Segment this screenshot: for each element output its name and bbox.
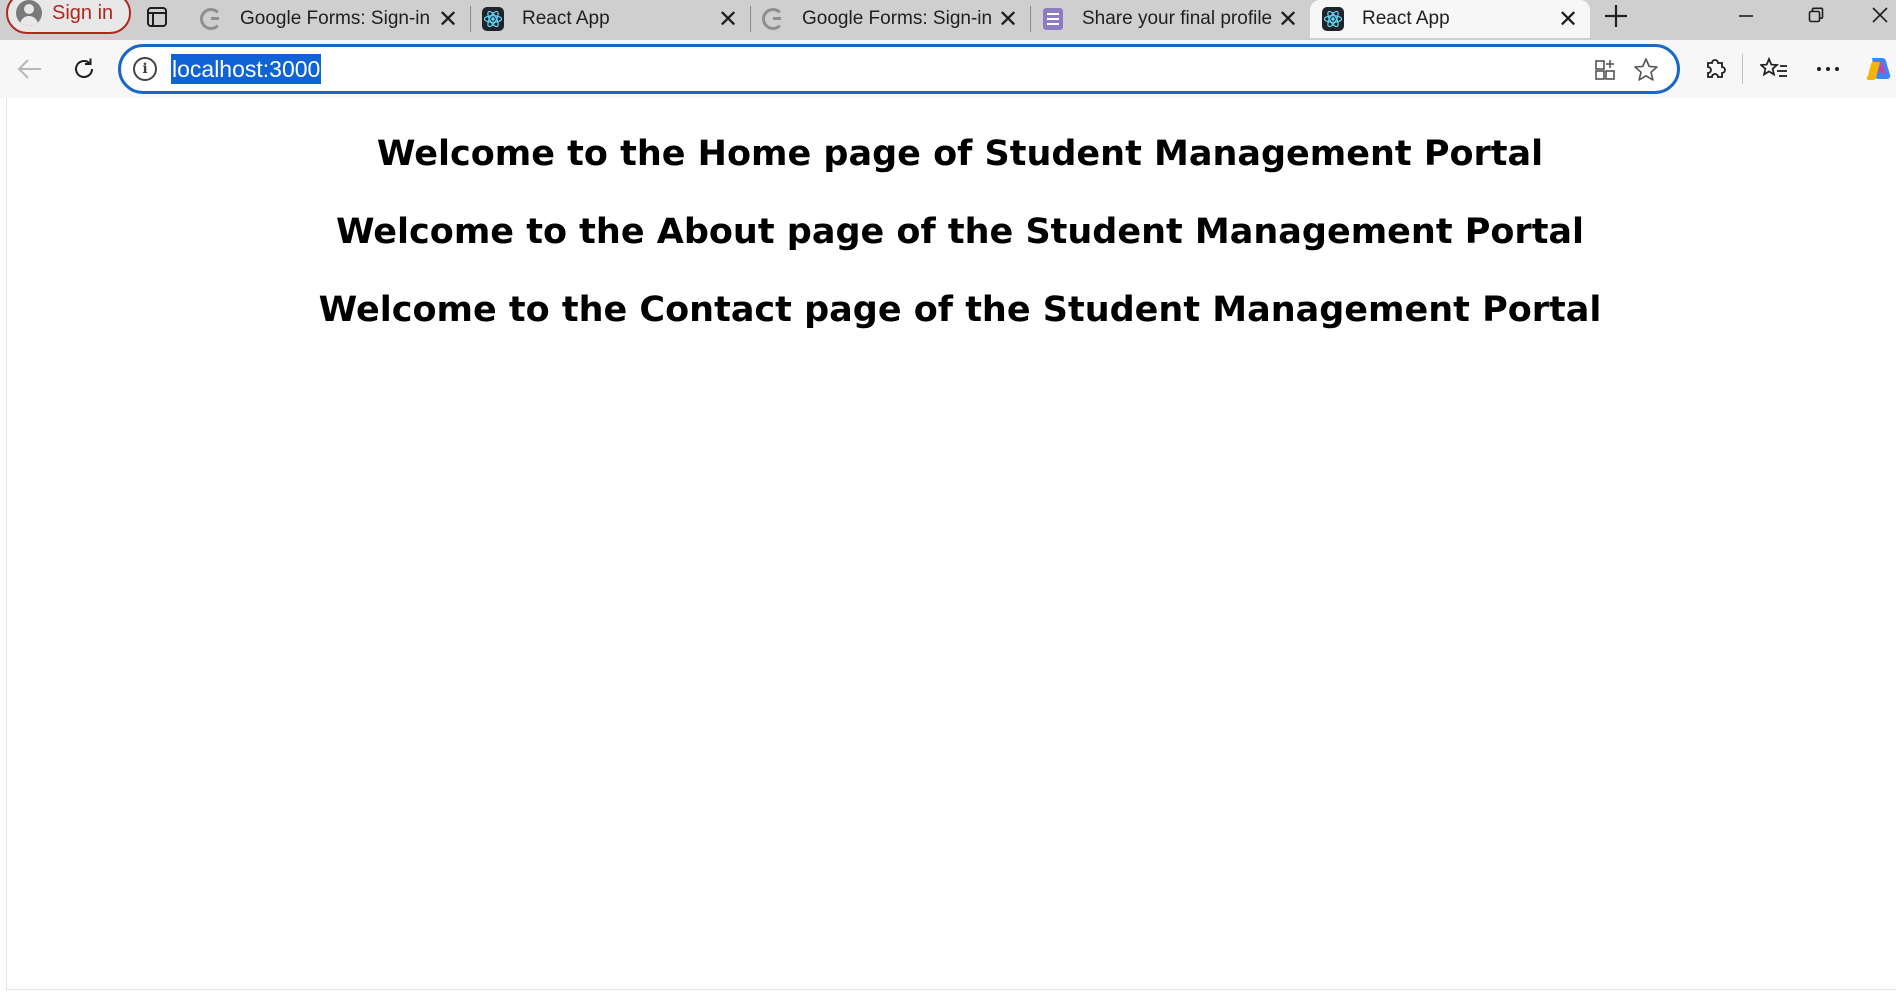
page-content: Welcome to the Home page of Student Mana… — [6, 98, 1896, 990]
star-icon — [1634, 58, 1658, 81]
close-tab-icon[interactable]: ✕ — [1554, 5, 1582, 33]
tab-actions-button[interactable] — [140, 2, 174, 32]
tab-strip: Sign in Google Forms: Sign-in ✕ React Ap… — [0, 0, 1896, 40]
tab-title: React App — [522, 8, 610, 29]
ellipsis-icon — [1817, 67, 1839, 71]
tab-actions-icon — [147, 7, 167, 27]
puzzle-icon — [1707, 59, 1726, 78]
forms-icon — [1042, 8, 1064, 30]
sign-in-button[interactable]: Sign in — [6, 0, 132, 34]
apps-icon — [1595, 60, 1615, 80]
refresh-icon — [75, 58, 93, 78]
tab-title: Google Forms: Sign-in — [240, 8, 431, 29]
back-button[interactable] — [10, 49, 50, 89]
copilot-button[interactable] — [1862, 49, 1896, 89]
tab-title: Share your final profile — [1082, 8, 1273, 29]
tab-google-forms-2[interactable]: Google Forms: Sign-in ✕ — [750, 0, 1031, 38]
about-heading: Welcome to the About page of the Student… — [335, 212, 1585, 252]
address-bar[interactable]: i localhost:3000 — [118, 44, 1680, 94]
minimize-icon — [1739, 15, 1753, 17]
react-icon — [482, 7, 504, 31]
copilot-icon — [1866, 57, 1891, 81]
restore-icon — [1808, 7, 1824, 23]
address-text[interactable]: localhost:3000 — [171, 54, 322, 84]
site-info-icon[interactable]: i — [133, 57, 157, 81]
new-tab-button[interactable] — [1596, 0, 1636, 32]
toolbar-divider — [1742, 54, 1743, 84]
sign-in-label: Sign in — [52, 1, 114, 24]
add-favorite-button[interactable] — [1631, 55, 1661, 85]
back-arrow-icon — [17, 59, 41, 79]
home-heading: Welcome to the Home page of Student Mana… — [376, 134, 1544, 174]
restore-button[interactable] — [1796, 0, 1836, 30]
google-icon — [200, 8, 222, 30]
close-window-button[interactable] — [1864, 0, 1896, 30]
tab-title: Google Forms: Sign-in — [802, 8, 993, 29]
tab-react-app-active[interactable]: React App ✕ — [1310, 0, 1590, 38]
app-available-button[interactable] — [1591, 55, 1621, 85]
close-tab-icon[interactable]: ✕ — [1274, 5, 1302, 33]
close-tab-icon[interactable]: ✕ — [434, 5, 462, 33]
tab-google-forms-1[interactable]: Google Forms: Sign-in ✕ — [188, 0, 471, 38]
react-icon — [1322, 7, 1344, 31]
avatar-icon — [16, 0, 42, 26]
google-icon — [762, 8, 784, 30]
close-tab-icon[interactable]: ✕ — [714, 5, 742, 33]
tab-share-profile[interactable]: Share your final profile ✕ — [1030, 0, 1310, 38]
tab-title: React App — [1362, 8, 1450, 29]
close-tab-icon[interactable]: ✕ — [994, 5, 1022, 33]
favorites-button[interactable] — [1754, 49, 1794, 89]
extensions-button[interactable] — [1696, 49, 1736, 89]
close-window-icon — [1872, 7, 1888, 23]
refresh-button[interactable] — [64, 49, 104, 89]
plus-icon — [1605, 5, 1627, 27]
tab-react-app-1[interactable]: React App ✕ — [470, 0, 751, 38]
contact-heading: Welcome to the Contact page of the Stude… — [318, 290, 1602, 330]
minimize-button[interactable] — [1726, 0, 1766, 30]
favorites-list-icon — [1760, 56, 1787, 77]
more-options-button[interactable] — [1808, 49, 1848, 89]
